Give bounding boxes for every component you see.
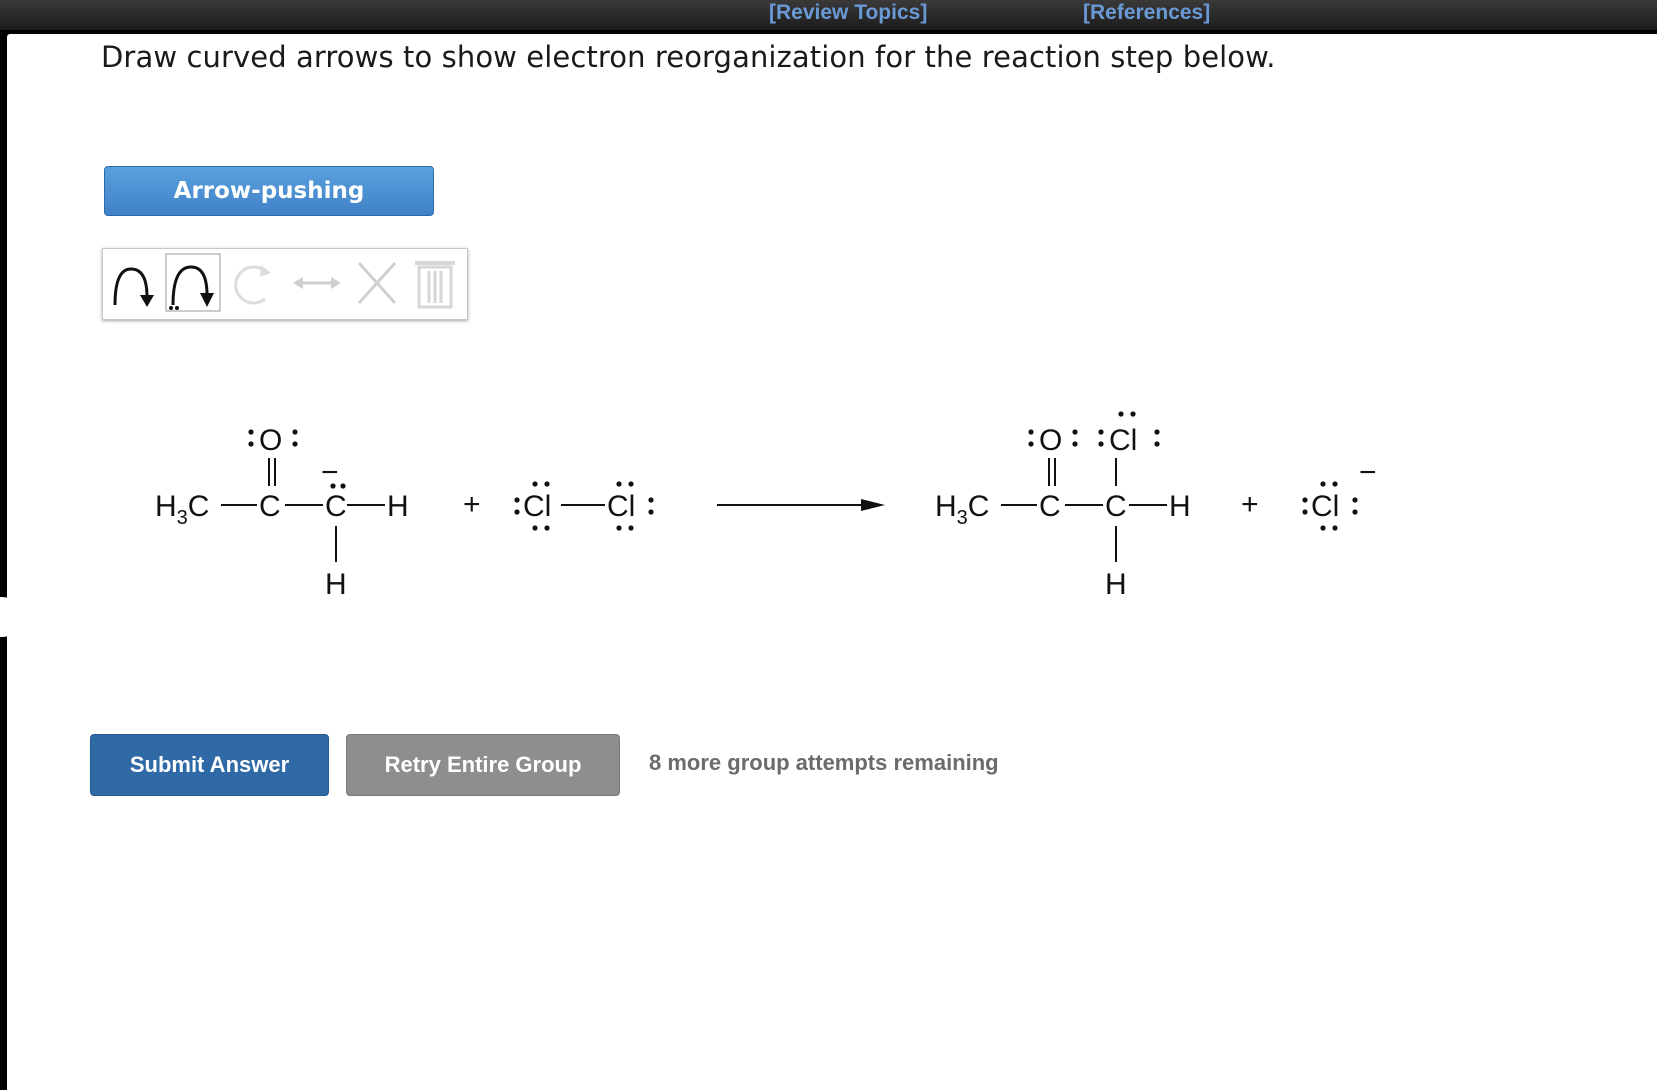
chlorine-atom-2: Cl bbox=[607, 490, 635, 523]
oxygen-atom: O bbox=[1039, 424, 1062, 457]
hydrogen-atom: H bbox=[387, 490, 409, 523]
reaction-arrow bbox=[717, 499, 885, 511]
clear-icon[interactable] bbox=[351, 253, 403, 313]
resonance-arrow-icon[interactable] bbox=[289, 253, 345, 313]
undo-redo-icon[interactable] bbox=[227, 253, 281, 313]
plus-sign: + bbox=[463, 488, 481, 521]
negative-charge: − bbox=[1359, 456, 1377, 489]
references-link[interactable]: [References] bbox=[1083, 1, 1210, 25]
hydrogen-below: H bbox=[1105, 568, 1127, 601]
chlorine-atom-1: Cl bbox=[523, 490, 551, 523]
oxygen-atom: O bbox=[259, 424, 282, 457]
carbonyl-carbon: C bbox=[1039, 490, 1061, 523]
arrow-toolbar bbox=[102, 248, 468, 320]
lone-pair-arrow-icon[interactable] bbox=[165, 253, 223, 313]
question-instruction: Draw curved arrows to show electron reor… bbox=[101, 40, 1276, 74]
chlorine-substituent: Cl bbox=[1109, 424, 1137, 457]
h3c-label: H3C bbox=[155, 490, 209, 529]
hydrogen-below: H bbox=[325, 568, 347, 601]
attempts-remaining-text: 8 more group attempts remaining bbox=[649, 750, 999, 775]
negative-charge: − bbox=[321, 456, 339, 489]
review-topics-link[interactable]: [Review Topics] bbox=[769, 1, 927, 25]
alpha-carbon: C bbox=[1105, 490, 1127, 523]
electron-pair-arrow-icon[interactable] bbox=[107, 253, 163, 313]
chlorine-molecule: Cl Cl bbox=[514, 481, 654, 531]
carbonyl-carbon: C bbox=[259, 490, 281, 523]
product-1: H3C C O C Cl H H bbox=[935, 411, 1191, 601]
top-bar: [Review Topics] [References] bbox=[0, 0, 1657, 30]
question-panel: Draw curved arrows to show electron reor… bbox=[7, 34, 1657, 1090]
chloride-ion: Cl − bbox=[1302, 456, 1377, 531]
reaction-scheme: H3C C O C − H H + Cl Cl H3C C O C Cl H H… bbox=[155, 411, 1377, 601]
submit-answer-button[interactable]: Submit Answer bbox=[90, 734, 329, 796]
chlorine-atom: Cl bbox=[1311, 490, 1339, 523]
arrow-pushing-instructions-button[interactable]: Arrow-pushing Instructions bbox=[104, 166, 434, 252]
trash-icon[interactable] bbox=[409, 253, 461, 313]
hydrogen-atom: H bbox=[1169, 490, 1191, 523]
reactant-1: H3C C O C − H H bbox=[155, 424, 409, 601]
h3c-label: H3C bbox=[935, 490, 989, 529]
retry-entire-group-button[interactable]: Retry Entire Group bbox=[346, 734, 620, 796]
carbanion-carbon: C bbox=[325, 490, 347, 523]
plus-sign: + bbox=[1241, 488, 1259, 521]
